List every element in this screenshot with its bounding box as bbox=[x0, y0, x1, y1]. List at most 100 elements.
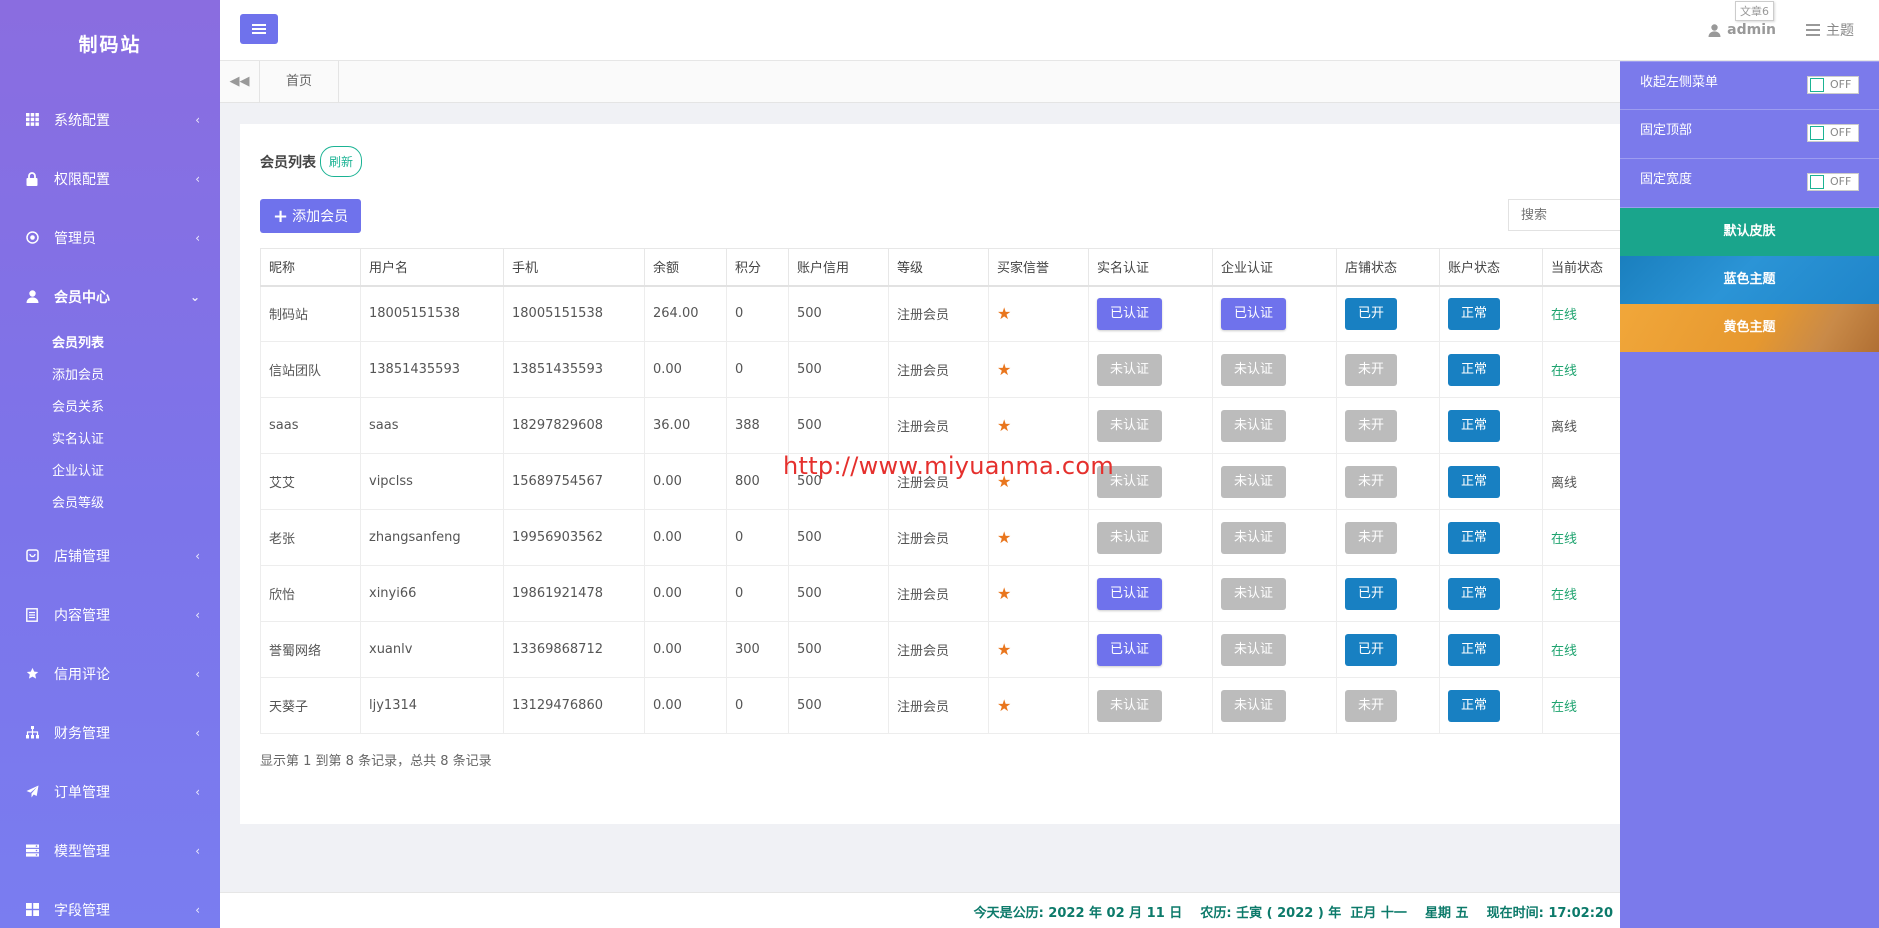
column-header[interactable]: 手机 bbox=[503, 248, 645, 287]
chevron-left-icon: ‹ bbox=[195, 666, 200, 681]
cell-username: xinyi66 bbox=[360, 565, 504, 622]
toggle-knob bbox=[1810, 126, 1824, 140]
option-fixed-width: 固定宽度 OFF bbox=[1620, 159, 1879, 208]
menu-toggle-button[interactable] bbox=[240, 14, 278, 44]
sidebar-item-admin[interactable]: 管理员 ‹ bbox=[0, 208, 220, 267]
account-status-button[interactable]: 正常 bbox=[1448, 297, 1501, 330]
submenu-item-add-member[interactable]: 添加会员 bbox=[52, 360, 220, 392]
cell-account: 正常 bbox=[1439, 397, 1543, 454]
shop-status-button[interactable]: 未开 bbox=[1345, 465, 1398, 498]
submenu-item-member-relation[interactable]: 会员关系 bbox=[52, 392, 220, 424]
realname-status-button[interactable]: 未认证 bbox=[1097, 521, 1163, 554]
refresh-button[interactable]: 刷新 bbox=[320, 146, 363, 177]
collapse-menu-toggle[interactable]: OFF bbox=[1807, 76, 1859, 94]
column-header[interactable]: 积分 bbox=[726, 248, 789, 287]
cell-level: 注册会员 bbox=[888, 285, 989, 342]
submenu-item-realname-auth[interactable]: 实名认证 bbox=[52, 424, 220, 456]
fixed-width-toggle[interactable]: OFF bbox=[1807, 173, 1859, 191]
page-title: 会员列表 bbox=[260, 154, 316, 171]
user-menu[interactable]: admin bbox=[1708, 22, 1776, 38]
sidebar-item-credit-review[interactable]: 信用评论 ‹ bbox=[0, 644, 220, 703]
company-status-button[interactable]: 已认证 bbox=[1221, 297, 1287, 330]
cell-shop: 未开 bbox=[1336, 397, 1440, 454]
sidebar-item-orders[interactable]: 订单管理 ‹ bbox=[0, 762, 220, 821]
sidebar-item-label: 模型管理 bbox=[54, 843, 110, 860]
cell-level: 注册会员 bbox=[888, 341, 989, 398]
sidebar-item-system-config[interactable]: 系统配置 ‹ bbox=[0, 90, 220, 149]
column-header[interactable]: 账户状态 bbox=[1439, 248, 1543, 287]
fixed-header-toggle[interactable]: OFF bbox=[1807, 124, 1859, 142]
column-header[interactable]: 买家信誉 bbox=[988, 248, 1089, 287]
realname-status-button[interactable]: 已认证 bbox=[1097, 577, 1163, 610]
column-header[interactable]: 店铺状态 bbox=[1336, 248, 1440, 287]
shop-status-button[interactable]: 已开 bbox=[1345, 633, 1398, 666]
column-header[interactable]: 实名认证 bbox=[1088, 248, 1213, 287]
company-status-button[interactable]: 未认证 bbox=[1221, 577, 1287, 610]
sidebar-item-store[interactable]: 店铺管理 ‹ bbox=[0, 526, 220, 585]
account-status-button[interactable]: 正常 bbox=[1448, 689, 1501, 722]
cell-credit: 500 bbox=[788, 397, 889, 454]
table-row: 欣怡 xinyi66 19861921478 0.00 0 500 注册会员 ★ 已认证 未认证 已… bbox=[260, 565, 1621, 622]
company-status-button[interactable]: 未认证 bbox=[1221, 465, 1287, 498]
sidebar-item-member-center[interactable]: 会员中心 ⌄ bbox=[0, 267, 220, 326]
column-header[interactable]: 企业认证 bbox=[1212, 248, 1337, 287]
sidebar-item-models[interactable]: 模型管理 ‹ bbox=[0, 821, 220, 880]
cell-realname: 已认证 bbox=[1088, 621, 1213, 678]
realname-status-button[interactable]: 未认证 bbox=[1097, 353, 1163, 386]
cell-username: 13851435593 bbox=[360, 341, 504, 398]
submenu-item-member-level[interactable]: 会员等级 bbox=[52, 488, 220, 520]
realname-status-button[interactable]: 已认证 bbox=[1097, 633, 1163, 666]
paper-plane-icon bbox=[24, 784, 40, 800]
account-status-button[interactable]: 正常 bbox=[1448, 577, 1501, 610]
account-status-button[interactable]: 正常 bbox=[1448, 353, 1501, 386]
column-header[interactable]: 当前状态 bbox=[1542, 248, 1621, 287]
company-status-button[interactable]: 未认证 bbox=[1221, 689, 1287, 722]
theme-menu[interactable]: 主题 bbox=[1806, 20, 1854, 40]
grid-icon bbox=[24, 112, 40, 128]
realname-status-button[interactable]: 已认证 bbox=[1097, 297, 1163, 330]
skin-blue-button[interactable]: 蓝色主题 bbox=[1620, 256, 1879, 304]
sidebar: 制码站 系统配置 ‹ 权限配置 ‹ 管理员 ‹ 会员中心 ⌄ 会员列表 添加会员… bbox=[0, 0, 220, 928]
account-status-button[interactable]: 正常 bbox=[1448, 409, 1501, 442]
table-header-row: 昵称 用户名 手机 余额 积分 账户信用 等级 买家信誉 实名认证 企业认证 店… bbox=[260, 248, 1621, 287]
column-header[interactable]: 等级 bbox=[888, 248, 989, 287]
company-status-button[interactable]: 未认证 bbox=[1221, 353, 1287, 386]
shop-status-button[interactable]: 未开 bbox=[1345, 689, 1398, 722]
shop-status-button[interactable]: 已开 bbox=[1345, 577, 1398, 610]
account-status-button[interactable]: 正常 bbox=[1448, 633, 1501, 666]
account-status-button[interactable]: 正常 bbox=[1448, 465, 1501, 498]
tab-home[interactable]: 首页 bbox=[260, 61, 340, 102]
cell-realname: 未认证 bbox=[1088, 341, 1213, 398]
pagination-info: 显示第 1 到第 8 条记录，总共 8 条记录 bbox=[260, 754, 492, 769]
account-status-button[interactable]: 正常 bbox=[1448, 521, 1501, 554]
sidebar-item-fields[interactable]: 字段管理 ‹ bbox=[0, 880, 220, 928]
column-header[interactable]: 昵称 bbox=[260, 248, 361, 287]
skin-yellow-button[interactable]: 黄色主题 bbox=[1620, 304, 1879, 352]
chevron-left-icon: ‹ bbox=[195, 171, 200, 186]
shop-status-button[interactable]: 未开 bbox=[1345, 353, 1398, 386]
tab-scroll-left-button[interactable]: ◀◀ bbox=[220, 61, 260, 102]
company-status-button[interactable]: 未认证 bbox=[1221, 633, 1287, 666]
submenu-item-member-list[interactable]: 会员列表 bbox=[52, 328, 220, 360]
company-status-button[interactable]: 未认证 bbox=[1221, 409, 1287, 442]
sidebar-item-content[interactable]: 内容管理 ‹ bbox=[0, 585, 220, 644]
online-status: 离线 bbox=[1551, 476, 1578, 491]
column-header[interactable]: 账户信用 bbox=[788, 248, 889, 287]
shop-status-button[interactable]: 未开 bbox=[1345, 409, 1398, 442]
skin-default-button[interactable]: 默认皮肤 bbox=[1620, 208, 1879, 256]
cell-shop: 已开 bbox=[1336, 565, 1440, 622]
sidebar-item-finance[interactable]: 财务管理 ‹ bbox=[0, 703, 220, 762]
add-member-button[interactable]: + 添加会员 bbox=[260, 199, 362, 233]
realname-status-button[interactable]: 未认证 bbox=[1097, 409, 1163, 442]
column-header[interactable]: 用户名 bbox=[360, 248, 504, 287]
shop-status-button[interactable]: 已开 bbox=[1345, 297, 1398, 330]
shop-status-button[interactable]: 未开 bbox=[1345, 521, 1398, 554]
submenu-item-company-auth[interactable]: 企业认证 bbox=[52, 456, 220, 488]
cell-account: 正常 bbox=[1439, 565, 1543, 622]
cell-online-status: 在线 bbox=[1542, 565, 1621, 622]
company-status-button[interactable]: 未认证 bbox=[1221, 521, 1287, 554]
chevron-left-icon: ‹ bbox=[195, 784, 200, 799]
column-header[interactable]: 余额 bbox=[644, 248, 727, 287]
sidebar-item-permission-config[interactable]: 权限配置 ‹ bbox=[0, 149, 220, 208]
realname-status-button[interactable]: 未认证 bbox=[1097, 689, 1163, 722]
